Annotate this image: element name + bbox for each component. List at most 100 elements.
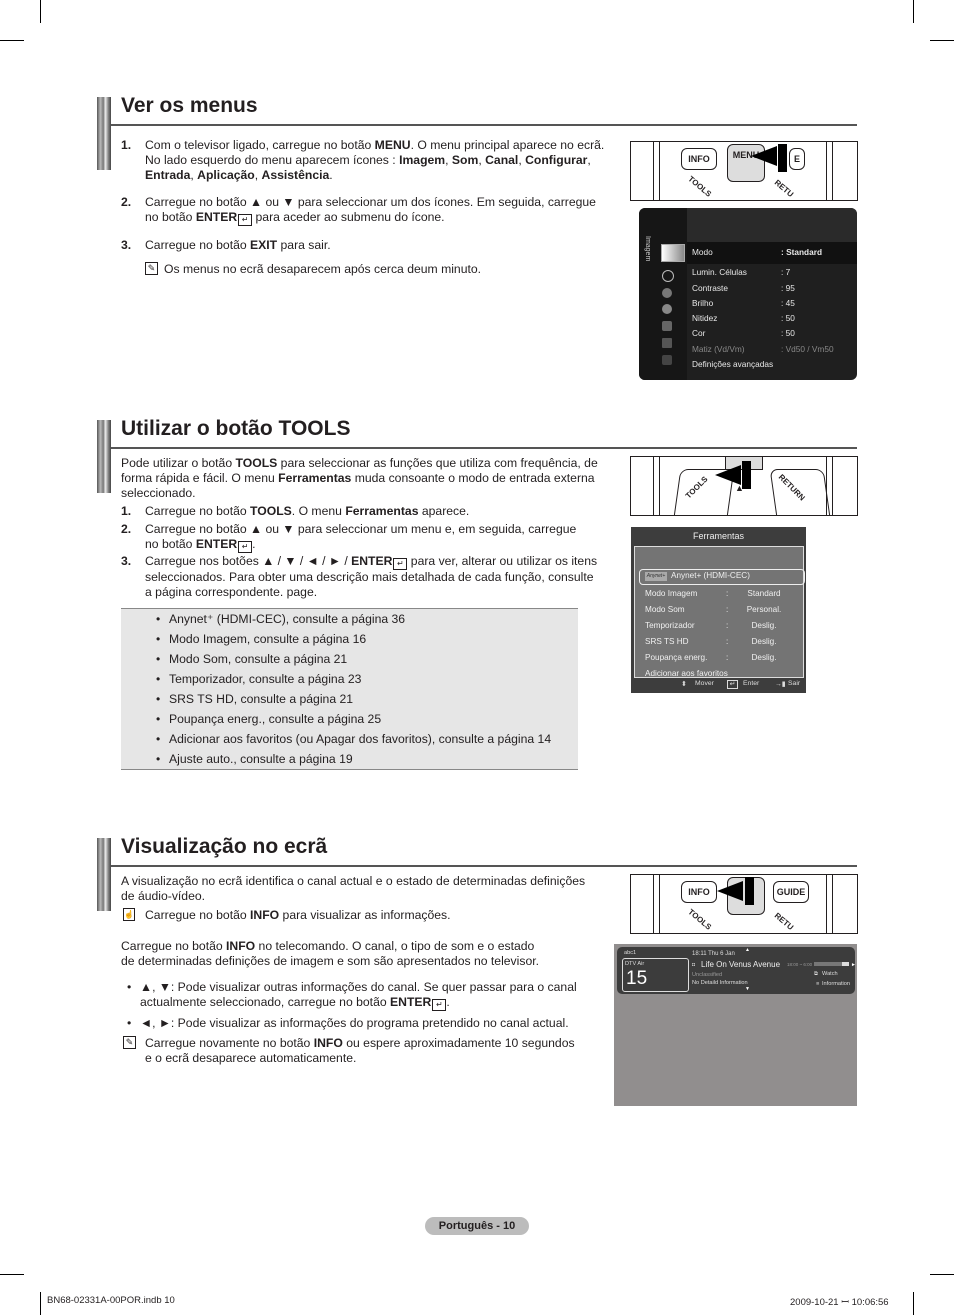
bullet: • bbox=[156, 612, 161, 626]
section-rule bbox=[111, 124, 857, 126]
support-icon[interactable] bbox=[662, 355, 672, 365]
up-arrow-icon[interactable]: ▲ bbox=[745, 947, 750, 953]
bullet: • bbox=[156, 732, 161, 746]
crop-mark bbox=[0, 1274, 24, 1275]
tools-row-value: Personal. bbox=[746, 605, 782, 614]
step-text: Carregue no botão TOOLS. O menu Ferramen… bbox=[145, 504, 470, 518]
note-text: Os menus no ecrã desaparecem após cerca … bbox=[164, 262, 482, 276]
section-title: Visualização no ecrã bbox=[121, 835, 328, 858]
enter-icon: ↵ bbox=[393, 558, 408, 570]
watch-label[interactable]: Watch bbox=[822, 971, 838, 977]
page-number-label: Português - 10 bbox=[425, 1217, 529, 1235]
menu-row-value: : 45 bbox=[781, 298, 795, 308]
picture-icon[interactable] bbox=[661, 244, 685, 262]
list-item: Anynet⁺ (HDMI-CEC), consulte a página 36 bbox=[169, 612, 406, 626]
setup-icon[interactable] bbox=[662, 304, 672, 314]
crop-mark bbox=[913, 1292, 914, 1315]
separator: : bbox=[726, 637, 729, 646]
menu-row-value: : 95 bbox=[781, 283, 795, 293]
information-icon: ■ bbox=[816, 981, 820, 987]
application-icon[interactable] bbox=[662, 338, 672, 348]
tools-row-label[interactable]: Modo Som bbox=[645, 605, 685, 614]
enter-icon: ↵ bbox=[727, 680, 738, 689]
list-item: Modo Imagem, consulte a página 16 bbox=[169, 632, 367, 646]
information-label[interactable]: Information bbox=[822, 981, 850, 987]
footer-file: BN68-02331A-00POR.indb 10 bbox=[47, 1295, 175, 1306]
menu-row-label[interactable]: Nitidez bbox=[692, 313, 717, 323]
crop-mark bbox=[930, 40, 954, 41]
separator: : bbox=[726, 653, 729, 662]
tools-menu-osd: Ferramentas Anynet+ Anynet+ (HDMI-CEC) M… bbox=[631, 527, 806, 693]
list-item: Modo Som, consulte a página 21 bbox=[169, 652, 348, 666]
footer-exit: Sair bbox=[788, 680, 801, 687]
remote-note-icon: ☝ bbox=[123, 908, 135, 921]
footer-timestamp: 2009-10-21 ꟷ 10:06:56 bbox=[790, 1297, 889, 1308]
tools-menu-anynet[interactable]: Anynet+ Anynet+ (HDMI-CEC) bbox=[639, 569, 805, 585]
note-icon: ✎ bbox=[123, 1036, 136, 1049]
e-button-graphic: E bbox=[789, 148, 805, 170]
arrow-left-icon bbox=[715, 465, 741, 485]
bullet: • bbox=[156, 712, 161, 726]
list-item: Ajuste auto., consulte a página 19 bbox=[169, 752, 353, 766]
remote-tools-illustration: TOOLS RETURN ▲ bbox=[630, 456, 858, 516]
menu-row-label[interactable]: Cor bbox=[692, 328, 705, 338]
list-item: ◄, ►: Pode visualizar as informações do … bbox=[140, 1016, 569, 1030]
separator: : bbox=[726, 621, 729, 630]
tools-row-label[interactable]: Poupança energ. bbox=[645, 653, 707, 662]
tools-menu-body: Anynet+ Anynet+ (HDMI-CEC) Modo Imagem :… bbox=[634, 546, 805, 678]
anynet-logo-icon: Anynet+ bbox=[645, 572, 667, 581]
menu-row-label[interactable]: Contraste bbox=[692, 283, 728, 293]
tools-row-label[interactable]: Adicionar aos favoritos bbox=[645, 669, 728, 678]
info-button-graphic: INFO bbox=[681, 881, 717, 903]
menu-row-label[interactable]: Brilho bbox=[692, 298, 713, 308]
menu-row-label[interactable]: Lumin. Células bbox=[692, 267, 747, 277]
bullet: • bbox=[127, 980, 132, 994]
tools-row-label[interactable]: Modo Imagem bbox=[645, 589, 697, 598]
watch-icon: ⧉ bbox=[814, 971, 818, 977]
crop-mark bbox=[0, 40, 24, 41]
info-banner: abc1 DTV Air 15 18:11 Thu 6 Jan ▲ ◘ Life… bbox=[617, 947, 856, 994]
right-arrow-icon[interactable]: ► bbox=[851, 962, 856, 968]
page-reference-list: • Anynet⁺ (HDMI-CEC), consulte a página 3… bbox=[121, 608, 578, 770]
enter-icon: ↵ bbox=[432, 999, 447, 1011]
bullet: • bbox=[156, 692, 161, 706]
step-number: 1. bbox=[121, 138, 132, 152]
separator: : bbox=[726, 589, 729, 598]
tools-row-value: Standard bbox=[747, 589, 781, 598]
dolby-icon: ◘ bbox=[692, 962, 696, 968]
tools-row-label[interactable]: Temporizador bbox=[645, 621, 695, 630]
step-text: Carregue no botão ▲ ou ▼ para selecciona… bbox=[145, 522, 577, 553]
list-item: ▲, ▼: Pode visualizar outras informações… bbox=[140, 980, 577, 1011]
menu-row-label[interactable]: Modo bbox=[692, 247, 713, 257]
menu-row-value: : 50 bbox=[781, 328, 795, 338]
menu-row-value: : Standard bbox=[781, 247, 823, 257]
crop-mark bbox=[40, 1292, 41, 1315]
crop-mark bbox=[913, 0, 914, 23]
tools-row-value: Deslig. bbox=[751, 637, 777, 646]
menu-top bbox=[687, 208, 857, 242]
tools-row-value: Deslig. bbox=[751, 653, 777, 662]
channel-icon[interactable] bbox=[662, 288, 672, 298]
step-number: 3. bbox=[121, 554, 132, 568]
menu-row-label[interactable]: Definições avançadas bbox=[692, 359, 773, 369]
footer-move: Mover bbox=[695, 680, 714, 687]
list-item: Temporizador, consulte a página 23 bbox=[169, 672, 362, 686]
time-range: 18:00 ~ 6:00 bbox=[787, 962, 813, 967]
guide-button-graphic: GUIDE bbox=[773, 881, 809, 903]
step-text: Carregue nos botões ▲ / ▼ / ◄ / ► / ENTE… bbox=[145, 554, 598, 599]
move-icon: ⬍ bbox=[681, 681, 687, 688]
input-icon[interactable] bbox=[662, 321, 672, 331]
step-text: Com o televisor ligado, carregue no botã… bbox=[145, 138, 605, 182]
program-title: Life On Venus Avenue bbox=[701, 960, 781, 969]
tools-row-label[interactable]: SRS TS HD bbox=[645, 637, 689, 646]
down-arrow-icon[interactable]: ▼ bbox=[745, 986, 750, 992]
bullet: • bbox=[156, 632, 161, 646]
sound-icon[interactable] bbox=[662, 270, 674, 282]
menu-row-value: : 50 bbox=[781, 313, 795, 323]
enter-icon: ↵ bbox=[238, 541, 253, 553]
info-button-graphic: INFO bbox=[681, 148, 717, 170]
program-details: No Detaild Information bbox=[692, 980, 748, 986]
remote-note-text: Carregue no botão INFO para visualizar a… bbox=[145, 908, 451, 922]
channel-name: abc1 bbox=[624, 950, 637, 956]
arrow-left-icon bbox=[717, 881, 743, 901]
